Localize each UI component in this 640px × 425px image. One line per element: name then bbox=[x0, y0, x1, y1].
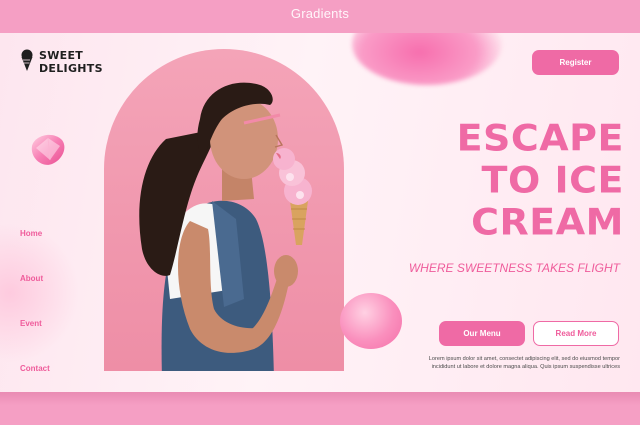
hero-headline: ESCAPE TO ICE CREAM bbox=[372, 117, 624, 243]
brand-name: SWEET DELIGHTS bbox=[39, 49, 103, 75]
decorative-blob-top bbox=[352, 33, 502, 85]
window-title: Gradients bbox=[290, 5, 350, 21]
girl-eating-ice-cream-illustration bbox=[139, 82, 312, 371]
decorative-blob-right bbox=[340, 293, 402, 349]
hero-subheadline: WHERE SWEETNESS TAKES FLIGHT bbox=[408, 261, 620, 275]
register-button[interactable]: Register bbox=[532, 50, 619, 75]
ice-cream-icon bbox=[21, 49, 33, 71]
nav-item-home[interactable]: Home bbox=[20, 229, 42, 238]
nav-item-contact[interactable]: Contact bbox=[20, 364, 50, 373]
brand-logo[interactable]: SWEET DELIGHTS bbox=[20, 49, 103, 75]
description-line-1: Lorem ipsum dolor sit amet, consectet ad… bbox=[428, 356, 620, 362]
headline-line-3: CREAM bbox=[471, 200, 624, 244]
brand-name-line1: SWEET bbox=[39, 49, 84, 62]
landing-page: SWEET DELIGHTS Home About Event Contact bbox=[0, 33, 640, 392]
gem-icon bbox=[31, 134, 65, 165]
window-bottom-edge bbox=[0, 392, 640, 425]
description-line-2: incididunt ut labore et dolore magna ali… bbox=[431, 364, 620, 370]
window-title-bar: Gradients bbox=[0, 0, 640, 26]
read-more-button[interactable]: Read More bbox=[533, 321, 619, 346]
headline-line-1: ESCAPE bbox=[456, 116, 624, 160]
headline-line-2: TO ICE bbox=[481, 158, 624, 202]
nav-item-event[interactable]: Event bbox=[20, 319, 42, 328]
hero-description: Lorem ipsum dolor sit amet, consectet ad… bbox=[380, 355, 620, 371]
brand-name-line2: DELIGHTS bbox=[39, 62, 103, 75]
hero-image bbox=[104, 49, 344, 371]
decorative-glow bbox=[0, 223, 80, 363]
nav-item-about[interactable]: About bbox=[20, 274, 43, 283]
our-menu-button[interactable]: Our Menu bbox=[439, 321, 525, 346]
